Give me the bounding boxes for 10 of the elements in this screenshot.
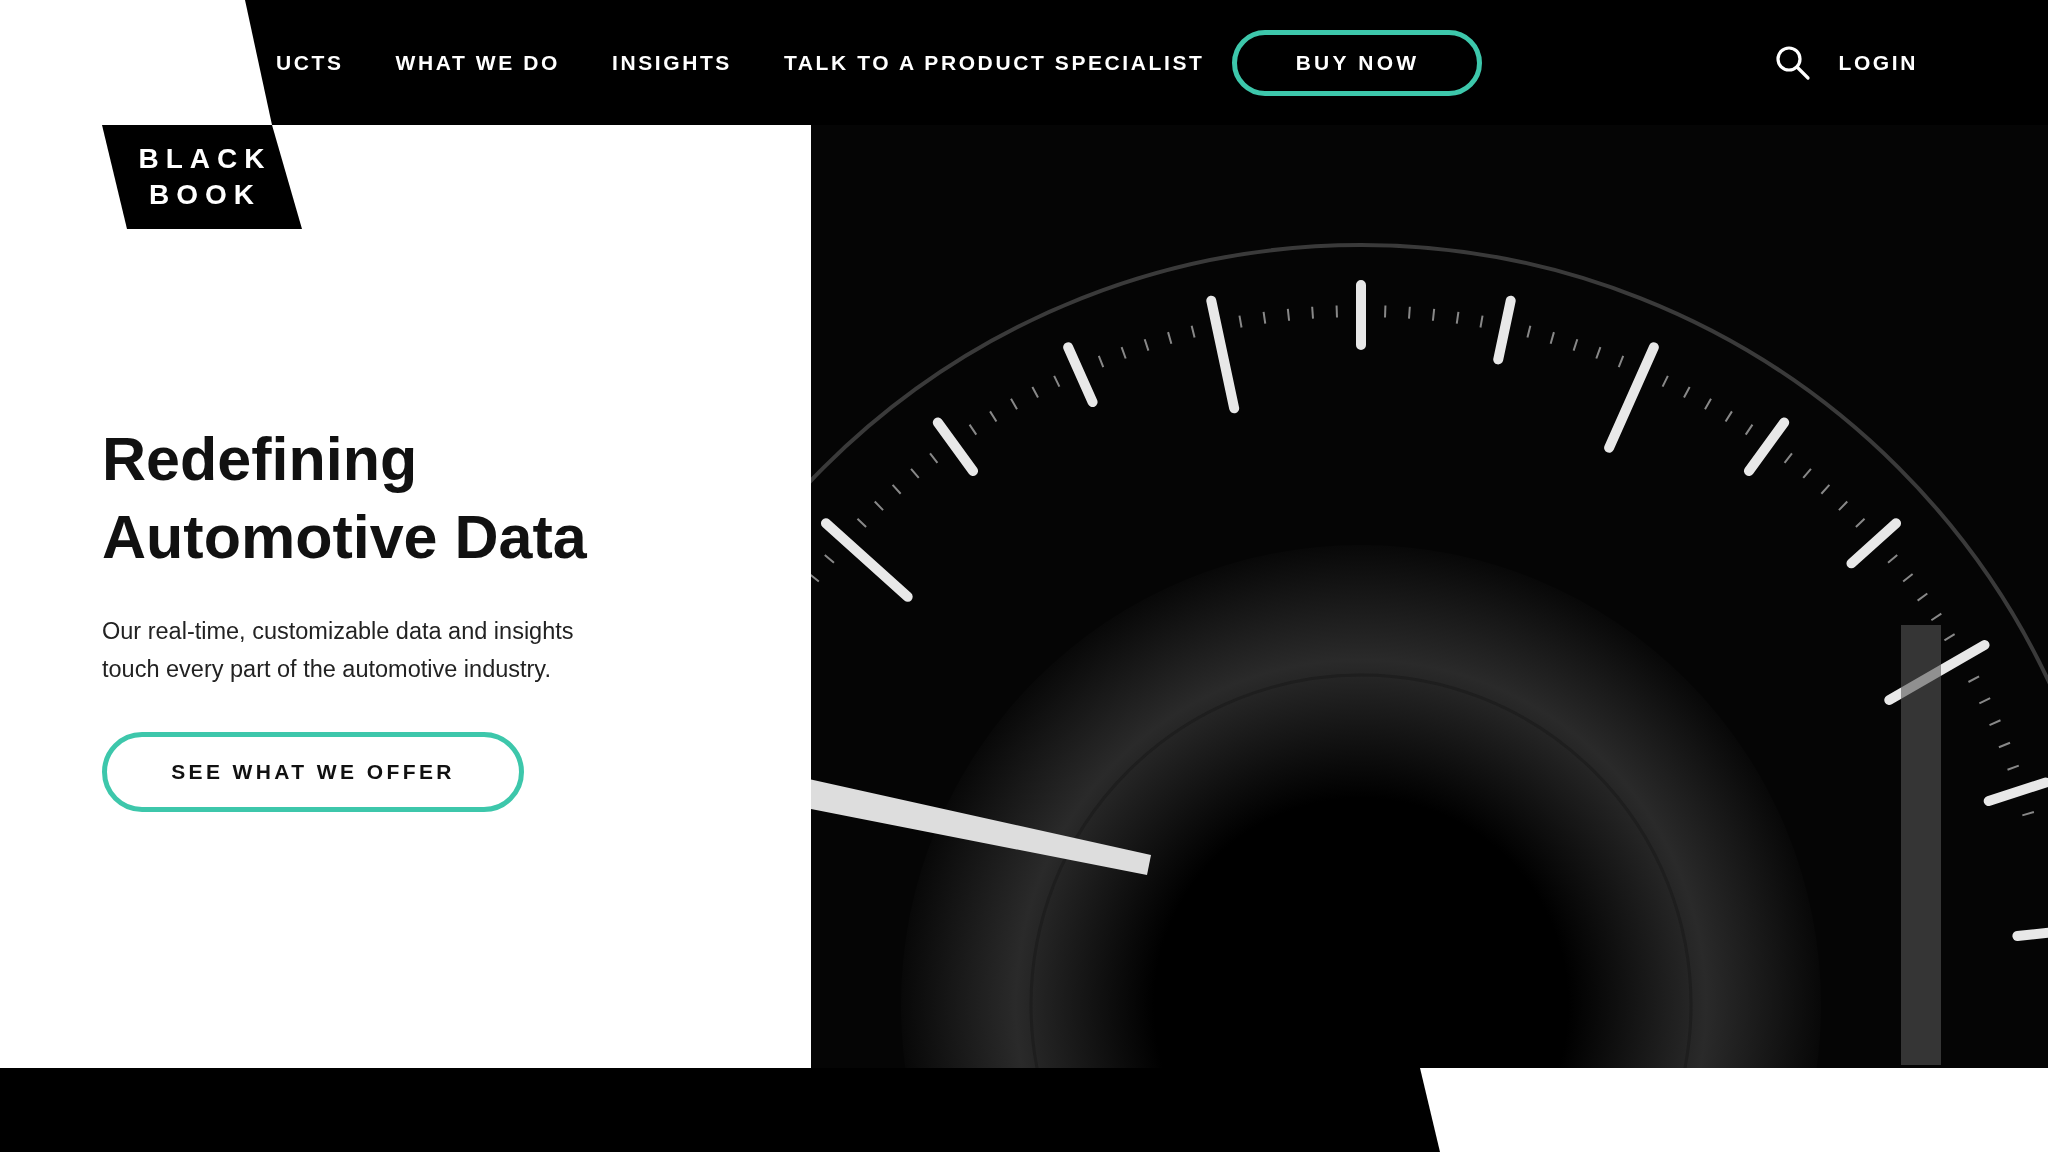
hero-text: Our real-time, customizable data and insights touch every part of the automotive industry. [102, 617, 575, 684]
nav-link[interactable]: WHAT WE DO [395, 50, 560, 75]
hero-heading: Redefining Automotive Data [102, 424, 588, 573]
see-offer-button[interactable]: SEE WHAT WE OFFER [102, 732, 524, 812]
nav-link[interactable]: INSIGHTS [612, 50, 732, 75]
nav-link[interactable]: UCTS [276, 50, 344, 75]
nav-link[interactable]: TALK TO A PRODUCT SPECIALIST [784, 50, 1205, 75]
search-icon[interactable] [1774, 44, 1811, 81]
login-link[interactable]: LOGIN [1838, 50, 1918, 75]
buy-now-button[interactable]: BUY NOW [1232, 29, 1483, 96]
